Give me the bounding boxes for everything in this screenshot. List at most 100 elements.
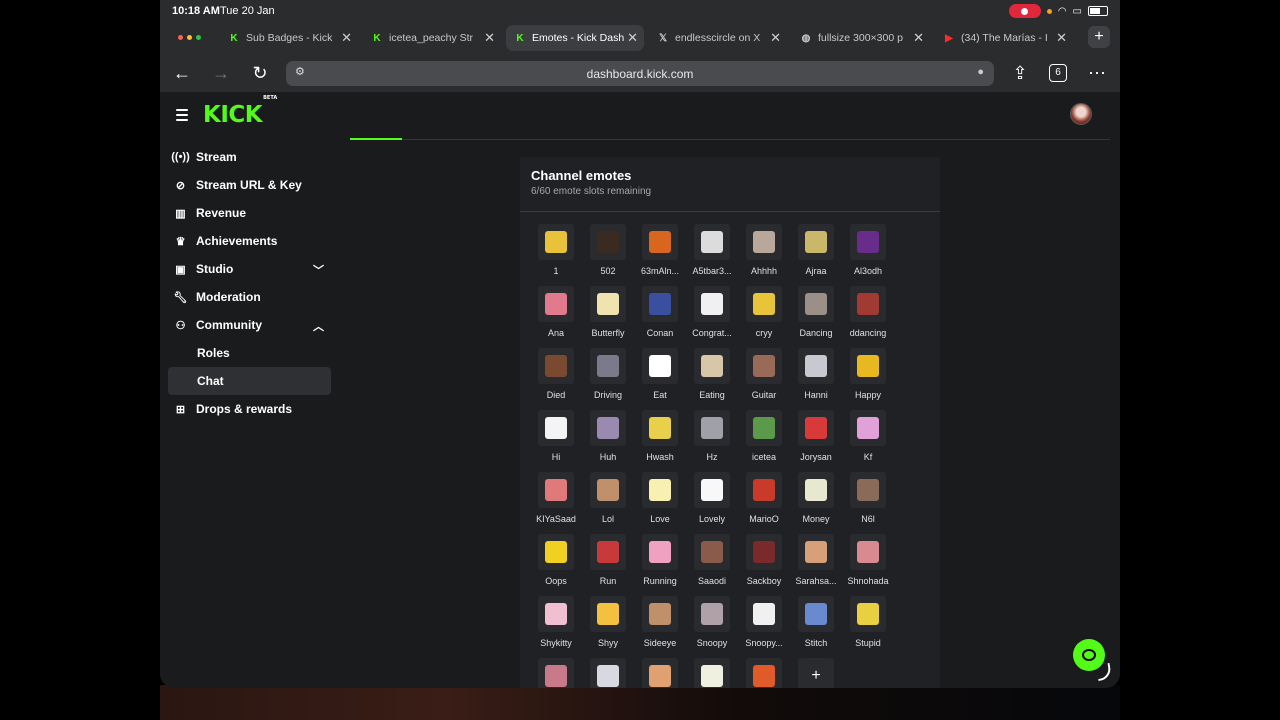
emote-thumbnail[interactable] xyxy=(538,410,574,446)
emote-thumbnail[interactable] xyxy=(642,410,678,446)
emote-thumbnail[interactable] xyxy=(694,472,730,508)
emote-thumbnail[interactable] xyxy=(590,596,626,632)
close-icon[interactable]: ✕ xyxy=(913,30,924,46)
emote-thumbnail[interactable] xyxy=(746,658,782,688)
emote-thumbnail[interactable] xyxy=(746,286,782,322)
emote-item[interactable]: Jorysan xyxy=(790,410,842,472)
emote-thumbnail[interactable] xyxy=(590,348,626,384)
close-icon[interactable]: ✕ xyxy=(770,30,781,46)
emote-item[interactable]: Shykitty xyxy=(530,596,582,658)
close-icon[interactable]: ✕ xyxy=(341,30,352,46)
emote-thumbnail[interactable] xyxy=(850,410,886,446)
emote-thumbnail[interactable] xyxy=(694,410,730,446)
emote-item[interactable]: Died xyxy=(530,348,582,410)
tab-the-marias[interactable]: ▶ (34) The Marías - I ✕ xyxy=(935,25,1073,51)
emote-thumbnail[interactable] xyxy=(850,472,886,508)
close-icon[interactable]: ✕ xyxy=(1056,30,1067,46)
emote-item[interactable]: Guitar xyxy=(738,348,790,410)
tab-overview-button[interactable]: 6 xyxy=(1049,64,1067,82)
emote-thumbnail[interactable] xyxy=(798,410,834,446)
emote-thumbnail[interactable] xyxy=(694,286,730,322)
emote-thumbnail[interactable] xyxy=(538,286,574,322)
tab-fullsize[interactable]: ◍ fullsize 300×300 p ✕ xyxy=(792,25,930,51)
emote-thumbnail[interactable] xyxy=(642,596,678,632)
emote-thumbnail[interactable] xyxy=(850,596,886,632)
emote-item[interactable]: cryy xyxy=(738,286,790,348)
emote-thumbnail[interactable] xyxy=(538,534,574,570)
close-icon[interactable]: ✕ xyxy=(484,30,495,46)
back-arrow-icon[interactable]: ← xyxy=(170,62,194,84)
emote-thumbnail[interactable] xyxy=(746,410,782,446)
emote-thumbnail[interactable] xyxy=(798,472,834,508)
emote-item[interactable]: Money xyxy=(790,472,842,534)
emote-item[interactable]: Lol xyxy=(582,472,634,534)
emote-item[interactable]: 63mAln... xyxy=(634,224,686,286)
sidebar-item-roles[interactable]: Roles xyxy=(160,339,340,367)
emote-item[interactable]: ddancing xyxy=(842,286,894,348)
more-options-icon[interactable]: ⋯ xyxy=(1085,62,1109,84)
sidebar-item-stream-url-key[interactable]: ⊘ Stream URL & Key xyxy=(160,171,340,199)
emote-item[interactable]: Hi xyxy=(530,410,582,472)
emote-thumbnail[interactable] xyxy=(694,596,730,632)
tab-endlesscircle[interactable]: 𝕏 endlesscircle on X ✕ xyxy=(649,25,787,51)
emote-thumbnail[interactable] xyxy=(642,286,678,322)
sidebar-item-drops-rewards[interactable]: ⊞ Drops & rewards xyxy=(160,395,340,423)
sidebar-item-achievements[interactable]: ♛ Achievements xyxy=(160,227,340,255)
emote-thumbnail[interactable] xyxy=(694,534,730,570)
emote-item[interactable] xyxy=(582,658,634,688)
emote-thumbnail[interactable] xyxy=(850,348,886,384)
chevron-up-icon[interactable]: ︿ xyxy=(313,318,324,334)
emote-thumbnail[interactable] xyxy=(798,596,834,632)
emote-item[interactable]: icetea xyxy=(738,410,790,472)
emote-thumbnail[interactable] xyxy=(746,472,782,508)
emote-item[interactable]: Kf xyxy=(842,410,894,472)
emote-thumbnail[interactable] xyxy=(590,224,626,260)
emote-item[interactable] xyxy=(634,658,686,688)
emote-item[interactable]: Eating xyxy=(686,348,738,410)
emote-item[interactable]: KIYaSaad xyxy=(530,472,582,534)
emote-thumbnail[interactable] xyxy=(798,534,834,570)
emote-thumbnail[interactable] xyxy=(642,472,678,508)
emote-item[interactable]: Run xyxy=(582,534,634,596)
menu-icon[interactable] xyxy=(176,109,188,124)
forward-arrow-icon[interactable]: → xyxy=(209,62,233,84)
emote-thumbnail[interactable] xyxy=(590,658,626,688)
emote-item[interactable]: Eat xyxy=(634,348,686,410)
emote-item[interactable]: Love xyxy=(634,472,686,534)
emote-thumbnail[interactable] xyxy=(746,348,782,384)
sidebar-item-revenue[interactable]: ▥ Revenue xyxy=(160,199,340,227)
share-icon[interactable]: ⇪ xyxy=(1008,62,1032,84)
emote-item[interactable]: MarioO xyxy=(738,472,790,534)
emote-item[interactable]: A5tbar3... xyxy=(686,224,738,286)
sidebar-item-studio[interactable]: ▣ Studio ﹀ xyxy=(160,255,340,283)
emote-item[interactable]: Saaodi xyxy=(686,534,738,596)
emote-item[interactable]: Ana xyxy=(530,286,582,348)
add-emote-button[interactable]: + xyxy=(798,658,834,688)
emote-item[interactable]: Shyy xyxy=(582,596,634,658)
sidebar-item-chat[interactable]: Chat xyxy=(168,367,331,395)
close-icon[interactable]: ✕ xyxy=(627,30,638,46)
emote-item[interactable]: Hanni xyxy=(790,348,842,410)
avatar[interactable] xyxy=(1070,103,1092,125)
emote-item[interactable]: Lovely xyxy=(686,472,738,534)
emote-thumbnail[interactable] xyxy=(642,224,678,260)
emote-item[interactable]: Hz xyxy=(686,410,738,472)
emote-thumbnail[interactable] xyxy=(694,658,730,688)
emote-item[interactable]: Butterfly xyxy=(582,286,634,348)
emote-item[interactable]: Sideeye xyxy=(634,596,686,658)
new-tab-button[interactable]: + xyxy=(1088,26,1110,48)
chevron-down-icon[interactable]: ﹀ xyxy=(313,262,324,278)
sidebar-item-community[interactable]: ⚇ Community ︿ xyxy=(160,311,340,339)
emote-thumbnail[interactable] xyxy=(590,534,626,570)
emote-item[interactable]: 1 xyxy=(530,224,582,286)
tab-emotes[interactable]: K Emotes - Kick Dash ✕ xyxy=(506,25,644,51)
emote-thumbnail[interactable] xyxy=(694,224,730,260)
emote-thumbnail[interactable] xyxy=(538,348,574,384)
emote-thumbnail[interactable] xyxy=(746,224,782,260)
emote-item[interactable] xyxy=(530,658,582,688)
add-emote-item[interactable]: + xyxy=(790,658,842,688)
emote-item[interactable]: Huh xyxy=(582,410,634,472)
emote-item[interactable] xyxy=(738,658,790,688)
kick-logo[interactable]: KICKBETA xyxy=(203,95,277,128)
emote-item[interactable]: Dancing xyxy=(790,286,842,348)
